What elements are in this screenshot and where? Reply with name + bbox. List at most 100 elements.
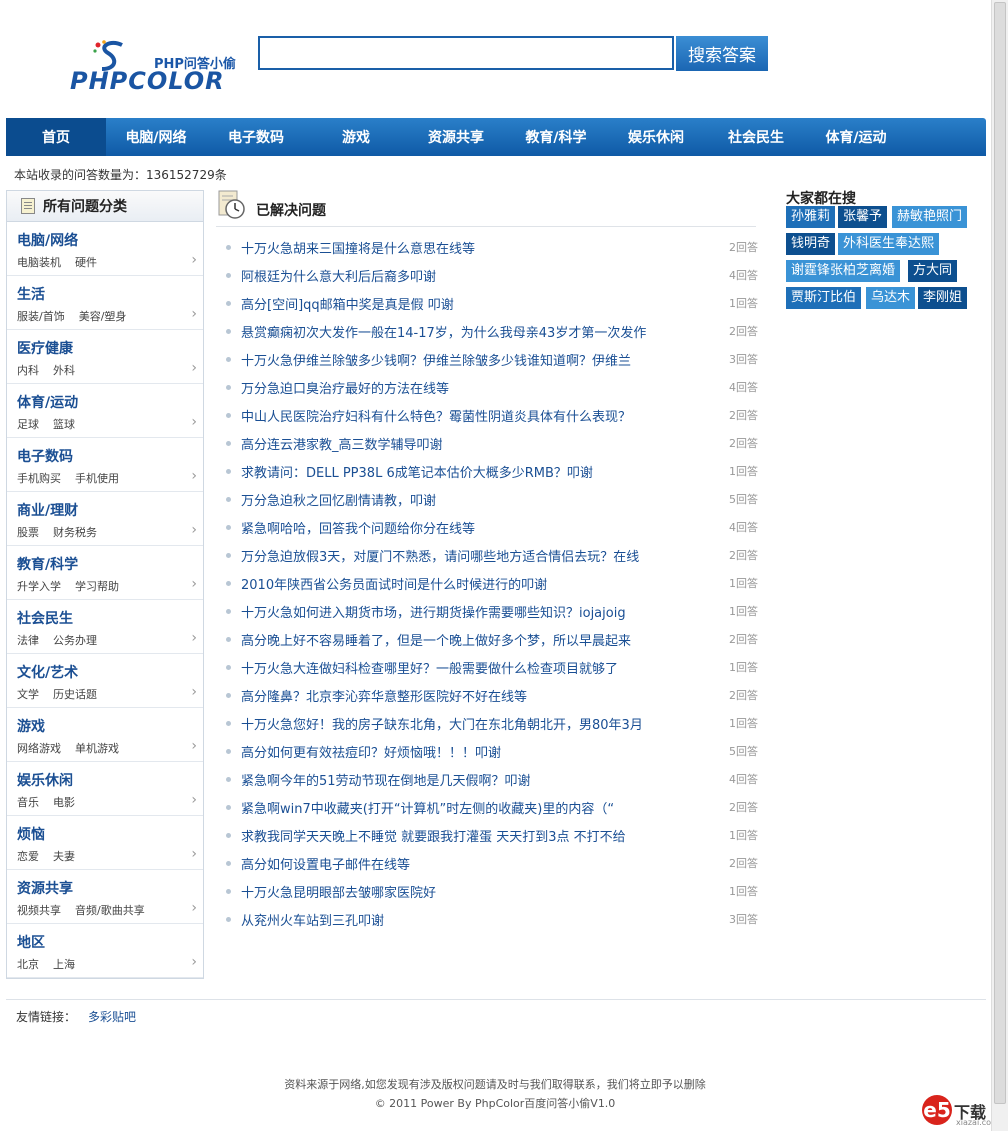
chevron-right-icon[interactable]: › <box>191 954 197 970</box>
subcategory-link[interactable]: 学习帮助 <box>75 580 119 593</box>
nav-item[interactable]: 电脑/网络 <box>106 118 206 156</box>
question-link[interactable]: 十万火急昆明眼部去皱哪家医院好 <box>241 882 681 901</box>
question-link[interactable]: 中山人民医院治疗妇科有什么特色？霉菌性阴道炎具体有什么表现？ <box>241 406 681 425</box>
hot-search-tag[interactable]: 方大同 <box>908 260 958 282</box>
subcategory-link[interactable]: 音乐 <box>17 796 39 809</box>
category-title[interactable]: 教育/科学 <box>17 554 78 574</box>
scrollbar-thumb[interactable] <box>994 2 1006 1104</box>
category-title[interactable]: 生活 <box>17 284 45 304</box>
chevron-right-icon[interactable]: › <box>191 684 197 700</box>
subcategory-link[interactable]: 足球 <box>17 418 39 431</box>
nav-item[interactable]: 娱乐休闲 <box>606 118 706 156</box>
subcategory-link[interactable]: 股票 <box>17 526 39 539</box>
subcategory-link[interactable]: 手机使用 <box>75 472 119 485</box>
category-title[interactable]: 资源共享 <box>17 878 73 898</box>
question-link[interactable]: 高分隆鼻？北京李沁弈华意整形医院好不好在线等 <box>241 686 681 705</box>
question-link[interactable]: 十万火急如何进入期货市场，进行期货操作需要哪些知识？iojajoig <box>241 602 681 621</box>
question-link[interactable]: 高分[空间]qq邮箱中奖是真是假 叩谢 <box>241 294 681 313</box>
subcategory-link[interactable]: 电影 <box>53 796 75 809</box>
chevron-right-icon[interactable]: › <box>191 252 197 268</box>
category-title[interactable]: 社会民生 <box>17 608 73 628</box>
subcategory-link[interactable]: 手机购买 <box>17 472 61 485</box>
question-link[interactable]: 2010年陕西省公务员面试时间是什么时候进行的叩谢 <box>241 574 681 593</box>
subcategory-link[interactable]: 公务办理 <box>53 634 97 647</box>
chevron-right-icon[interactable]: › <box>191 738 197 754</box>
question-link[interactable]: 悬赏癫痫初次大发作一般在14-17岁，为什么我母亲43岁才第一次发作 <box>241 322 681 341</box>
chevron-right-icon[interactable]: › <box>191 846 197 862</box>
subcategory-link[interactable]: 美容/塑身 <box>79 310 127 323</box>
hot-search-tag[interactable]: 孙雅莉 <box>786 206 836 228</box>
category-title[interactable]: 地区 <box>17 932 45 952</box>
subcategory-link[interactable]: 财务税务 <box>53 526 97 539</box>
nav-item[interactable]: 教育/科学 <box>506 118 606 156</box>
nav-item[interactable]: 体育/运动 <box>806 118 906 156</box>
friend-link[interactable]: 多彩贴吧 <box>88 1010 136 1024</box>
subcategory-link[interactable]: 历史话题 <box>53 688 97 701</box>
subcategory-link[interactable]: 篮球 <box>53 418 75 431</box>
question-link[interactable]: 十万火急您好！我的房子缺东北角，大门在东北角朝北开，男80年3月 <box>241 714 681 733</box>
category-title[interactable]: 商业/理财 <box>17 500 78 520</box>
subcategory-link[interactable]: 升学入学 <box>17 580 61 593</box>
subcategory-link[interactable]: 上海 <box>53 958 75 971</box>
subcategory-link[interactable]: 单机游戏 <box>75 742 119 755</box>
category-title[interactable]: 医疗健康 <box>17 338 73 358</box>
chevron-right-icon[interactable]: › <box>191 414 197 430</box>
category-title[interactable]: 游戏 <box>17 716 45 736</box>
question-link[interactable]: 高分连云港家教_高三数学辅导叩谢 <box>241 434 681 453</box>
hot-search-tag[interactable]: 贾斯汀比伯 <box>786 287 862 309</box>
category-title[interactable]: 烦恼 <box>17 824 45 844</box>
subcategory-link[interactable]: 电脑装机 <box>17 256 61 269</box>
question-link[interactable]: 十万火急伊维兰除皱多少钱啊？伊维兰除皱多少钱谁知道啊？伊维兰 <box>241 350 681 369</box>
category-title[interactable]: 娱乐休闲 <box>17 770 73 790</box>
question-link[interactable]: 十万火急大连做妇科检查哪里好？一般需要做什么检查项目就够了 <box>241 658 681 677</box>
chevron-right-icon[interactable]: › <box>191 630 197 646</box>
nav-item[interactable]: 电子数码 <box>206 118 306 156</box>
question-link[interactable]: 高分如何设置电子邮件在线等 <box>241 854 681 873</box>
subcategory-link[interactable]: 法律 <box>17 634 39 647</box>
hot-search-tag[interactable]: 钱明奇 <box>786 233 836 255</box>
question-link[interactable]: 紧急啊今年的51劳动节现在倒地是几天假啊？叩谢 <box>241 770 681 789</box>
question-link[interactable]: 阿根廷为什么意大利后后裔多叩谢 <box>241 266 681 285</box>
question-link[interactable]: 求教请问：DELL PP38L 6成笔记本估价大概多少RMB？叩谢 <box>241 462 681 481</box>
chevron-right-icon[interactable]: › <box>191 576 197 592</box>
subcategory-link[interactable]: 音频/歌曲共享 <box>75 904 145 917</box>
question-link[interactable]: 紧急啊哈哈，回答我个问题给你分在线等 <box>241 518 681 537</box>
question-link[interactable]: 紧急啊win7中收藏夹(打开“计算机”时左侧的收藏夹)里的内容（“ <box>241 798 681 817</box>
hot-search-tag[interactable]: 乌达木 <box>866 287 916 309</box>
chevron-right-icon[interactable]: › <box>191 306 197 322</box>
site-logo[interactable]: PHP问答小偷 PHPCOLOR <box>68 37 250 95</box>
category-title[interactable]: 电子数码 <box>17 446 73 466</box>
chevron-right-icon[interactable]: › <box>191 900 197 916</box>
nav-item[interactable]: 游戏 <box>306 118 406 156</box>
chevron-right-icon[interactable]: › <box>191 468 197 484</box>
question-link[interactable]: 万分急迫口臭治疗最好的方法在线等 <box>241 378 681 397</box>
hot-search-tag[interactable]: 谢霆锋张柏芝离婚 <box>786 260 901 282</box>
nav-item[interactable]: 社会民生 <box>706 118 806 156</box>
nav-item[interactable]: 资源共享 <box>406 118 506 156</box>
subcategory-link[interactable]: 内科 <box>17 364 39 377</box>
subcategory-link[interactable]: 夫妻 <box>53 850 75 863</box>
chevron-right-icon[interactable]: › <box>191 522 197 538</box>
chevron-right-icon[interactable]: › <box>191 792 197 808</box>
subcategory-link[interactable]: 文学 <box>17 688 39 701</box>
hot-search-tag[interactable]: 外科医生奉达熙 <box>838 233 940 255</box>
question-link[interactable]: 高分晚上好不容易睡着了，但是一个晚上做好多个梦，所以早晨起来 <box>241 630 681 649</box>
subcategory-link[interactable]: 恋爱 <box>17 850 39 863</box>
category-title[interactable]: 体育/运动 <box>17 392 78 412</box>
subcategory-link[interactable]: 外科 <box>53 364 75 377</box>
hot-search-tag[interactable]: 张馨予 <box>838 206 888 228</box>
question-link[interactable]: 高分如何更有效祛痘印？好烦恼哦！！！叩谢 <box>241 742 681 761</box>
subcategory-link[interactable]: 网络游戏 <box>17 742 61 755</box>
subcategory-link[interactable]: 服装/首饰 <box>17 310 65 323</box>
question-link[interactable]: 求教我同学天天晚上不睡觉 就要跟我打灌蛋 天天打到3点 不打不给 <box>241 826 681 845</box>
hot-search-tag[interactable]: 李刚姐 <box>918 287 968 309</box>
nav-item[interactable]: 首页 <box>6 118 106 156</box>
subcategory-link[interactable]: 视频共享 <box>17 904 61 917</box>
search-button[interactable]: 搜索答案 <box>676 36 768 71</box>
question-link[interactable]: 万分急迫秋之回忆剧情请教，叩谢 <box>241 490 681 509</box>
question-link[interactable]: 从兖州火车站到三孔叩谢 <box>241 910 681 929</box>
search-input[interactable] <box>260 38 672 68</box>
vertical-scrollbar[interactable] <box>991 0 1008 1131</box>
hot-search-tag[interactable]: 赫敏艳照门 <box>892 206 968 228</box>
chevron-right-icon[interactable]: › <box>191 360 197 376</box>
